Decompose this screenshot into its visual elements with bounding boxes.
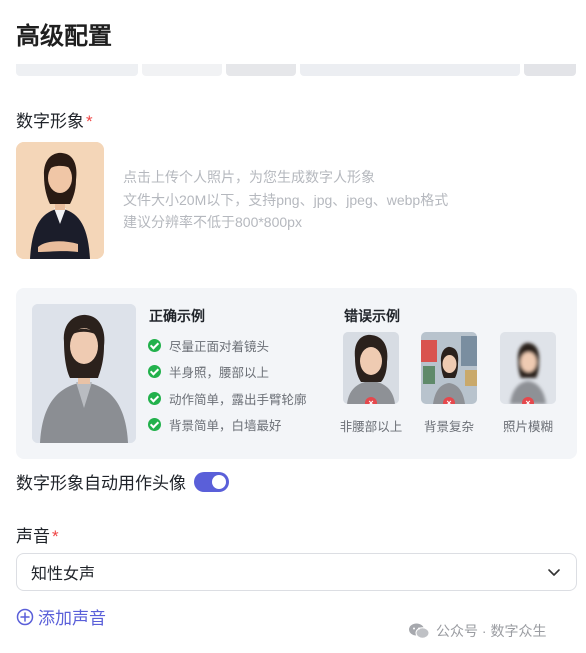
wrong-example-item: × 非腰部以上	[336, 332, 406, 435]
template-thumbnail[interactable]	[16, 64, 138, 76]
toggle-knob	[212, 474, 226, 489]
check-icon	[148, 391, 161, 405]
watermark-text: 公众号 · 数字众生	[436, 623, 547, 639]
upload-hints: 点击上传个人照片，为您生成数字人形象 文件大小20M以下，支持png、jpg、j…	[123, 166, 448, 234]
voice-section-label: 声音 *	[16, 522, 59, 547]
check-icon	[148, 365, 161, 379]
wrong-example-photo: ×	[500, 332, 556, 404]
blurry-photo-image	[500, 332, 556, 404]
busy-background-image	[421, 332, 477, 404]
correct-examples-title: 正确示例	[149, 308, 205, 324]
check-icon	[148, 338, 161, 352]
voice-select[interactable]: 知性女声	[16, 553, 577, 591]
close-up-face-image	[343, 332, 399, 404]
x-icon: ×	[365, 397, 377, 404]
template-thumbnail[interactable]	[142, 64, 222, 76]
avatar-toggle-row: 数字形象自动用作头像	[16, 469, 229, 494]
watermark: 公众号 · 数字众生	[408, 621, 546, 641]
template-thumbnail[interactable]	[300, 64, 520, 76]
required-mark: *	[52, 527, 59, 546]
wrong-example-caption: 照片模糊	[502, 420, 553, 434]
correct-example-text: 半身照，腰部以上	[169, 366, 270, 381]
avatar-label-text: 数字形象	[16, 112, 84, 131]
upload-hint-line: 文件大小20M以下，支持png、jpg、jpeg、webp格式	[123, 191, 449, 208]
plus-circle-icon	[16, 608, 34, 625]
voice-select-value: 知性女声	[31, 566, 96, 583]
avatar-upload-photo[interactable]	[16, 142, 104, 259]
required-mark: *	[86, 112, 93, 131]
voice-label-text: 声音	[16, 527, 50, 546]
correct-example-text: 动作简单，露出手臂轮廓	[169, 392, 307, 407]
upload-hint-line: 建议分辨率不低于800*800px	[123, 214, 302, 230]
correct-example-text: 背景简单，白墙最好	[169, 419, 282, 434]
upload-hint-line: 点击上传个人照片，为您生成数字人形象	[123, 169, 375, 185]
correct-example-text: 尽量正面对着镜头	[169, 339, 270, 354]
template-thumbnail[interactable]	[226, 64, 296, 76]
template-thumbnail-strip[interactable]	[16, 64, 576, 76]
list-item: 动作简单，露出手臂轮廓	[148, 385, 307, 412]
add-voice-button[interactable]: 添加声音	[16, 604, 106, 629]
check-icon	[148, 418, 161, 432]
wrong-example-caption: 非腰部以上	[339, 420, 403, 434]
wrong-example-photo: ×	[343, 332, 399, 404]
wrong-example-item: × 照片模糊	[493, 332, 563, 435]
list-item: 背景简单，白墙最好	[148, 412, 307, 439]
avatar-toggle-label: 数字形象自动用作头像	[16, 474, 186, 493]
page-title: 高级配置	[16, 23, 112, 50]
x-icon: ×	[443, 397, 455, 404]
avatar-toggle-switch[interactable]	[194, 471, 229, 492]
add-voice-label: 添加声音	[38, 609, 106, 628]
photo-example-card: 正确示例 尽量正面对着镜头 半身照，腰部以上 动作简单，露出手臂轮廓 背景简单，…	[16, 288, 577, 459]
wrong-example-photo: ×	[421, 332, 477, 404]
template-thumbnail[interactable]	[524, 64, 576, 76]
list-item: 尽量正面对着镜头	[148, 332, 307, 359]
avatar-section-label: 数字形象 *	[16, 107, 93, 132]
wrong-examples-title: 错误示例	[344, 308, 400, 324]
x-icon: ×	[522, 397, 534, 404]
correct-example-image	[32, 304, 136, 443]
wechat-icon	[409, 623, 430, 639]
woman-in-suit-photo	[16, 142, 104, 259]
list-item: 半身照，腰部以上	[148, 359, 307, 386]
chevron-down-icon	[548, 569, 560, 576]
correct-examples-list: 尽量正面对着镜头 半身照，腰部以上 动作简单，露出手臂轮廓 背景简单，白墙最好	[148, 332, 307, 438]
wrong-example-caption: 背景复杂	[423, 420, 474, 434]
correct-example-photo	[32, 304, 136, 443]
wrong-example-item: × 背景复杂	[414, 332, 484, 435]
